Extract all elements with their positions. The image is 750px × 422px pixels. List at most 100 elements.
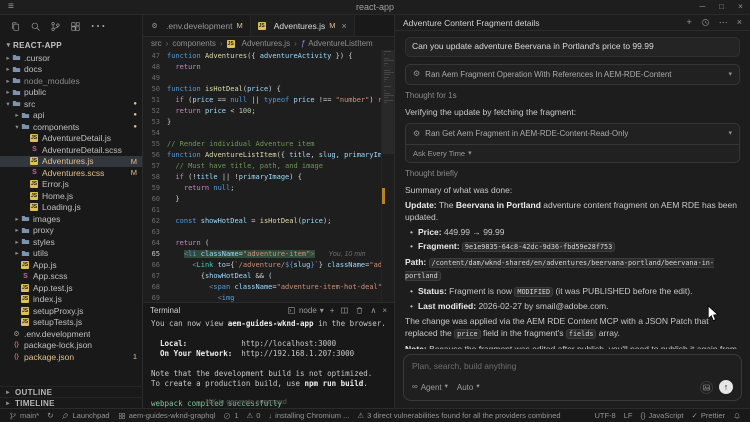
status-lf[interactable]: LF	[620, 411, 637, 420]
tab-adventures-js[interactable]: JSAdventures.jsM×	[251, 15, 355, 36]
terminal-tab[interactable]: Terminal	[150, 306, 180, 315]
search-icon[interactable]	[30, 21, 41, 32]
close-panel-button[interactable]: ×	[382, 307, 387, 315]
tree-item-setuptests-js[interactable]: JSsetupTests.js	[0, 317, 142, 329]
status-launchpad[interactable]: Launchpad	[57, 411, 113, 420]
scss-file-icon: S	[21, 273, 30, 280]
attach-image-button[interactable]	[700, 381, 713, 394]
tree-item-env-development[interactable]: ⚙.env.development	[0, 328, 142, 340]
tree-item-adventuredetail-js[interactable]: JSAdventureDetail.js	[0, 133, 142, 145]
tree-item-error-js[interactable]: JSError.js	[0, 179, 142, 191]
explorer-root-header[interactable]: ▾ REACT-APP	[0, 38, 142, 52]
status-main[interactable]: main*	[5, 411, 43, 420]
tool-call-row[interactable]: ⚙Ran Get Aem Fragment in AEM-RDE-Content…	[406, 124, 739, 144]
tool-call[interactable]: ⚙Ran Get Aem Fragment in AEM-RDE-Content…	[405, 123, 740, 163]
ellipsis-icon[interactable]: ⋯	[90, 19, 106, 35]
minimize-button[interactable]: ─	[693, 3, 712, 11]
tree-item-app-scss[interactable]: SApp.scss	[0, 271, 142, 283]
tool-call-row[interactable]: ⚙Ran Aem Fragment Operation With Referen…	[406, 65, 739, 85]
status-installing-chromium[interactable]: ↓installing Chromium ...	[264, 411, 353, 420]
thought-label[interactable]: Thought briefly	[405, 168, 740, 180]
tree-item-node-modules[interactable]: ▸node_modules	[0, 75, 142, 87]
maximize-panel-button[interactable]: ∧	[370, 307, 376, 315]
maximize-button[interactable]: □	[712, 3, 731, 11]
status-1[interactable]: 1	[219, 411, 242, 420]
files-icon[interactable]	[10, 21, 21, 32]
tree-item-public[interactable]: ▸public	[0, 87, 142, 99]
line-number: 62	[143, 216, 167, 227]
tab-env-development[interactable]: ⚙.env.developmentM	[143, 15, 251, 36]
terminal-output[interactable]: You can now view aem-guides-wknd-app in …	[143, 318, 394, 408]
status-sync-icon[interactable]: ↻	[43, 412, 57, 420]
tree-item-adventures-js[interactable]: JSAdventures.jsM	[0, 156, 142, 168]
tree-item-cursor[interactable]: ▸.cursor	[0, 52, 142, 64]
timeline-label: TIMELINE	[15, 399, 55, 408]
status-0[interactable]: ⚠0	[243, 411, 265, 420]
chat-input-field[interactable]: Plan, search, build anything	[412, 361, 733, 371]
breadcrumb-adventurelistitem[interactable]: ƒAdventureListItem	[301, 39, 373, 48]
new-terminal-button[interactable]: +	[330, 307, 335, 315]
status-bell-icon[interactable]	[729, 412, 745, 420]
close-button[interactable]: ×	[731, 3, 750, 11]
tree-item-app-js[interactable]: JSApp.js	[0, 259, 142, 271]
agent-mode-picker[interactable]: ∞ Agent ▾	[412, 383, 448, 392]
close-chat-button[interactable]: ×	[737, 18, 742, 27]
model-picker[interactable]: Auto ▾	[457, 383, 480, 392]
tree-item-utils[interactable]: ▸utils	[0, 248, 142, 260]
modified-dot-icon: ●	[133, 112, 137, 118]
send-button[interactable]: ↑	[719, 380, 733, 394]
minimap[interactable]	[381, 50, 394, 302]
symbol-method-icon: ƒ	[301, 39, 305, 48]
tree-item-docs[interactable]: ▸docs	[0, 64, 142, 76]
tree-item-setupproxy-js[interactable]: JSsetupProxy.js	[0, 305, 142, 317]
tool-permission-dropdown[interactable]: Ask Every Time▾	[406, 144, 739, 163]
tree-item-proxy[interactable]: ▸proxy	[0, 225, 142, 237]
code-editor[interactable]: 47function Adventures({ adventureActivit…	[143, 50, 381, 302]
split-terminal-button[interactable]	[340, 306, 349, 315]
tree-item-src[interactable]: ▾src●	[0, 98, 142, 110]
outline-section[interactable]: ▸ OUTLINE	[0, 386, 142, 397]
tree-item-adventures-scss[interactable]: SAdventures.scssM	[0, 167, 142, 179]
close-tab-icon[interactable]: ×	[341, 21, 346, 31]
status-javascript[interactable]: {}JavaScript	[636, 411, 687, 420]
breadcrumb-adventures-js[interactable]: JSAdventures.js	[227, 39, 290, 48]
status-aem-guides-wknd-graphql[interactable]: aem-guides-wknd-graphql	[114, 411, 220, 420]
tree-item-images[interactable]: ▸images	[0, 213, 142, 225]
code-text: return	[167, 62, 381, 73]
timeline-section[interactable]: ▸ TIMELINE	[0, 397, 142, 408]
chat-more-button[interactable]: ⋯	[719, 18, 728, 27]
chat-history-button[interactable]	[701, 18, 710, 27]
chat-input-box[interactable]: Plan, search, build anything ∞ Agent ▾ A…	[403, 354, 742, 401]
tree-item-components[interactable]: ▾components●	[0, 121, 142, 133]
tree-item-adventuredetail-scss[interactable]: SAdventureDetail.scss	[0, 144, 142, 156]
thought-label[interactable]: Thought for 1s	[405, 90, 740, 102]
breadcrumb-components[interactable]: components	[172, 39, 216, 48]
minimap-slider[interactable]	[382, 50, 394, 154]
kill-terminal-button[interactable]	[355, 306, 364, 315]
tree-item-loading-js[interactable]: JSLoading.js	[0, 202, 142, 214]
breadcrumb-src[interactable]: src	[151, 39, 162, 48]
new-chat-button[interactable]: +	[686, 18, 691, 27]
status-utf-8[interactable]: UTF-8	[590, 411, 619, 420]
status-3-direct-vulnerabilities-found-for-all-the-providers-combined[interactable]: ⚠3 direct vulnerabilities found for all …	[353, 411, 564, 420]
terminal-shell-picker[interactable]: node ▾	[287, 306, 324, 315]
tree-item-package-lock-json[interactable]: {}package-lock.json	[0, 340, 142, 352]
tree-item-app-test-js[interactable]: JSApp.test.js	[0, 282, 142, 294]
menu-icon[interactable]: ≡	[0, 2, 22, 12]
tree-item-index-js[interactable]: JSindex.js	[0, 294, 142, 306]
tool-call[interactable]: ⚙Ran Aem Fragment Operation With Referen…	[405, 64, 740, 86]
terminal-line: Local: http://localhost:3000	[151, 339, 386, 349]
assistant-paragraph: Path: /content/dam/wknd-shared/en/advent…	[405, 257, 740, 282]
status-prettier[interactable]: ✓Prettier	[688, 411, 729, 420]
file-label: Loading.js	[42, 202, 81, 212]
status-label: aem-guides-wknd-graphql	[129, 411, 216, 420]
js-file-icon: JS	[21, 307, 29, 315]
env-file-icon: ⚙	[12, 330, 21, 338]
source-control-icon[interactable]	[50, 21, 61, 32]
tree-item-package-json[interactable]: {}package.json1	[0, 351, 142, 363]
git-status-badge: M	[131, 168, 137, 177]
tree-item-styles[interactable]: ▸styles	[0, 236, 142, 248]
extensions-icon[interactable]	[70, 21, 81, 32]
tree-item-home-js[interactable]: JSHome.js	[0, 190, 142, 202]
tree-item-api[interactable]: ▸api●	[0, 110, 142, 122]
